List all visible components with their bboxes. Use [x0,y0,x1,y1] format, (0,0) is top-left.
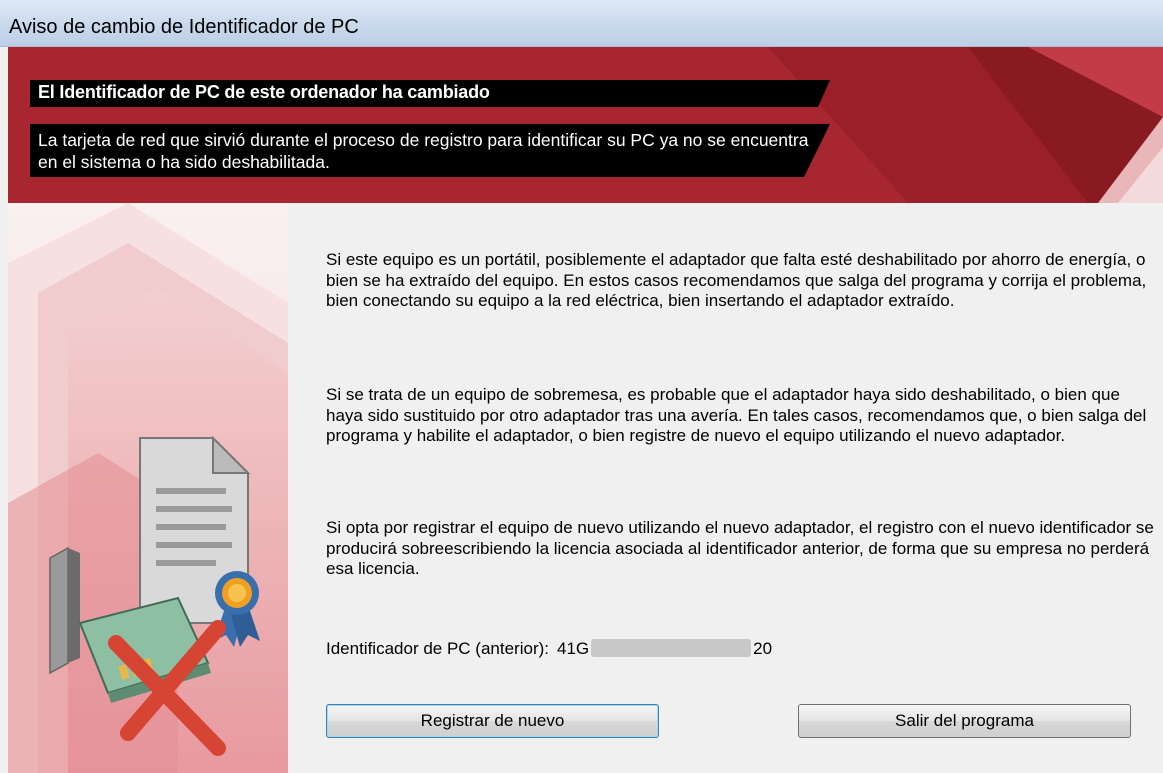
redacted-block [591,639,752,657]
header-background [8,47,1163,203]
window-titlebar[interactable]: Aviso de cambio de Identificador de PC [0,0,1163,47]
paragraph-laptop: Si este equipo es un portátil, posibleme… [326,250,1147,310]
illustration [8,203,288,773]
pc-id-value-end: 20 [753,639,773,658]
paragraph-reregister: Si opta por registrar el equipo de nuevo… [326,518,1154,578]
pc-id-label: Identificador de PC (anterior): [326,639,549,658]
paragraph-desktop: Si se trata de un equipo de sobremesa, e… [326,385,1147,445]
register-again-button[interactable]: Registrar de nuevo [326,704,659,738]
pc-id-value-start: 41G [557,639,590,658]
illustration-panel [8,203,288,773]
content-panel: Si este equipo es un portátil, posibleme… [288,203,1163,773]
exit-program-button[interactable]: Salir del programa [798,704,1131,738]
header-banner: El Identificador de PC de este ordenador… [8,47,1163,203]
header-description: La tarjeta de red que sirvió durante el … [38,130,809,172]
header-title: El Identificador de PC de este ordenador… [38,82,490,102]
window-title: Aviso de cambio de Identificador de PC [9,16,359,38]
pc-id-row: Identificador de PC (anterior): 41G 20 [326,639,772,659]
